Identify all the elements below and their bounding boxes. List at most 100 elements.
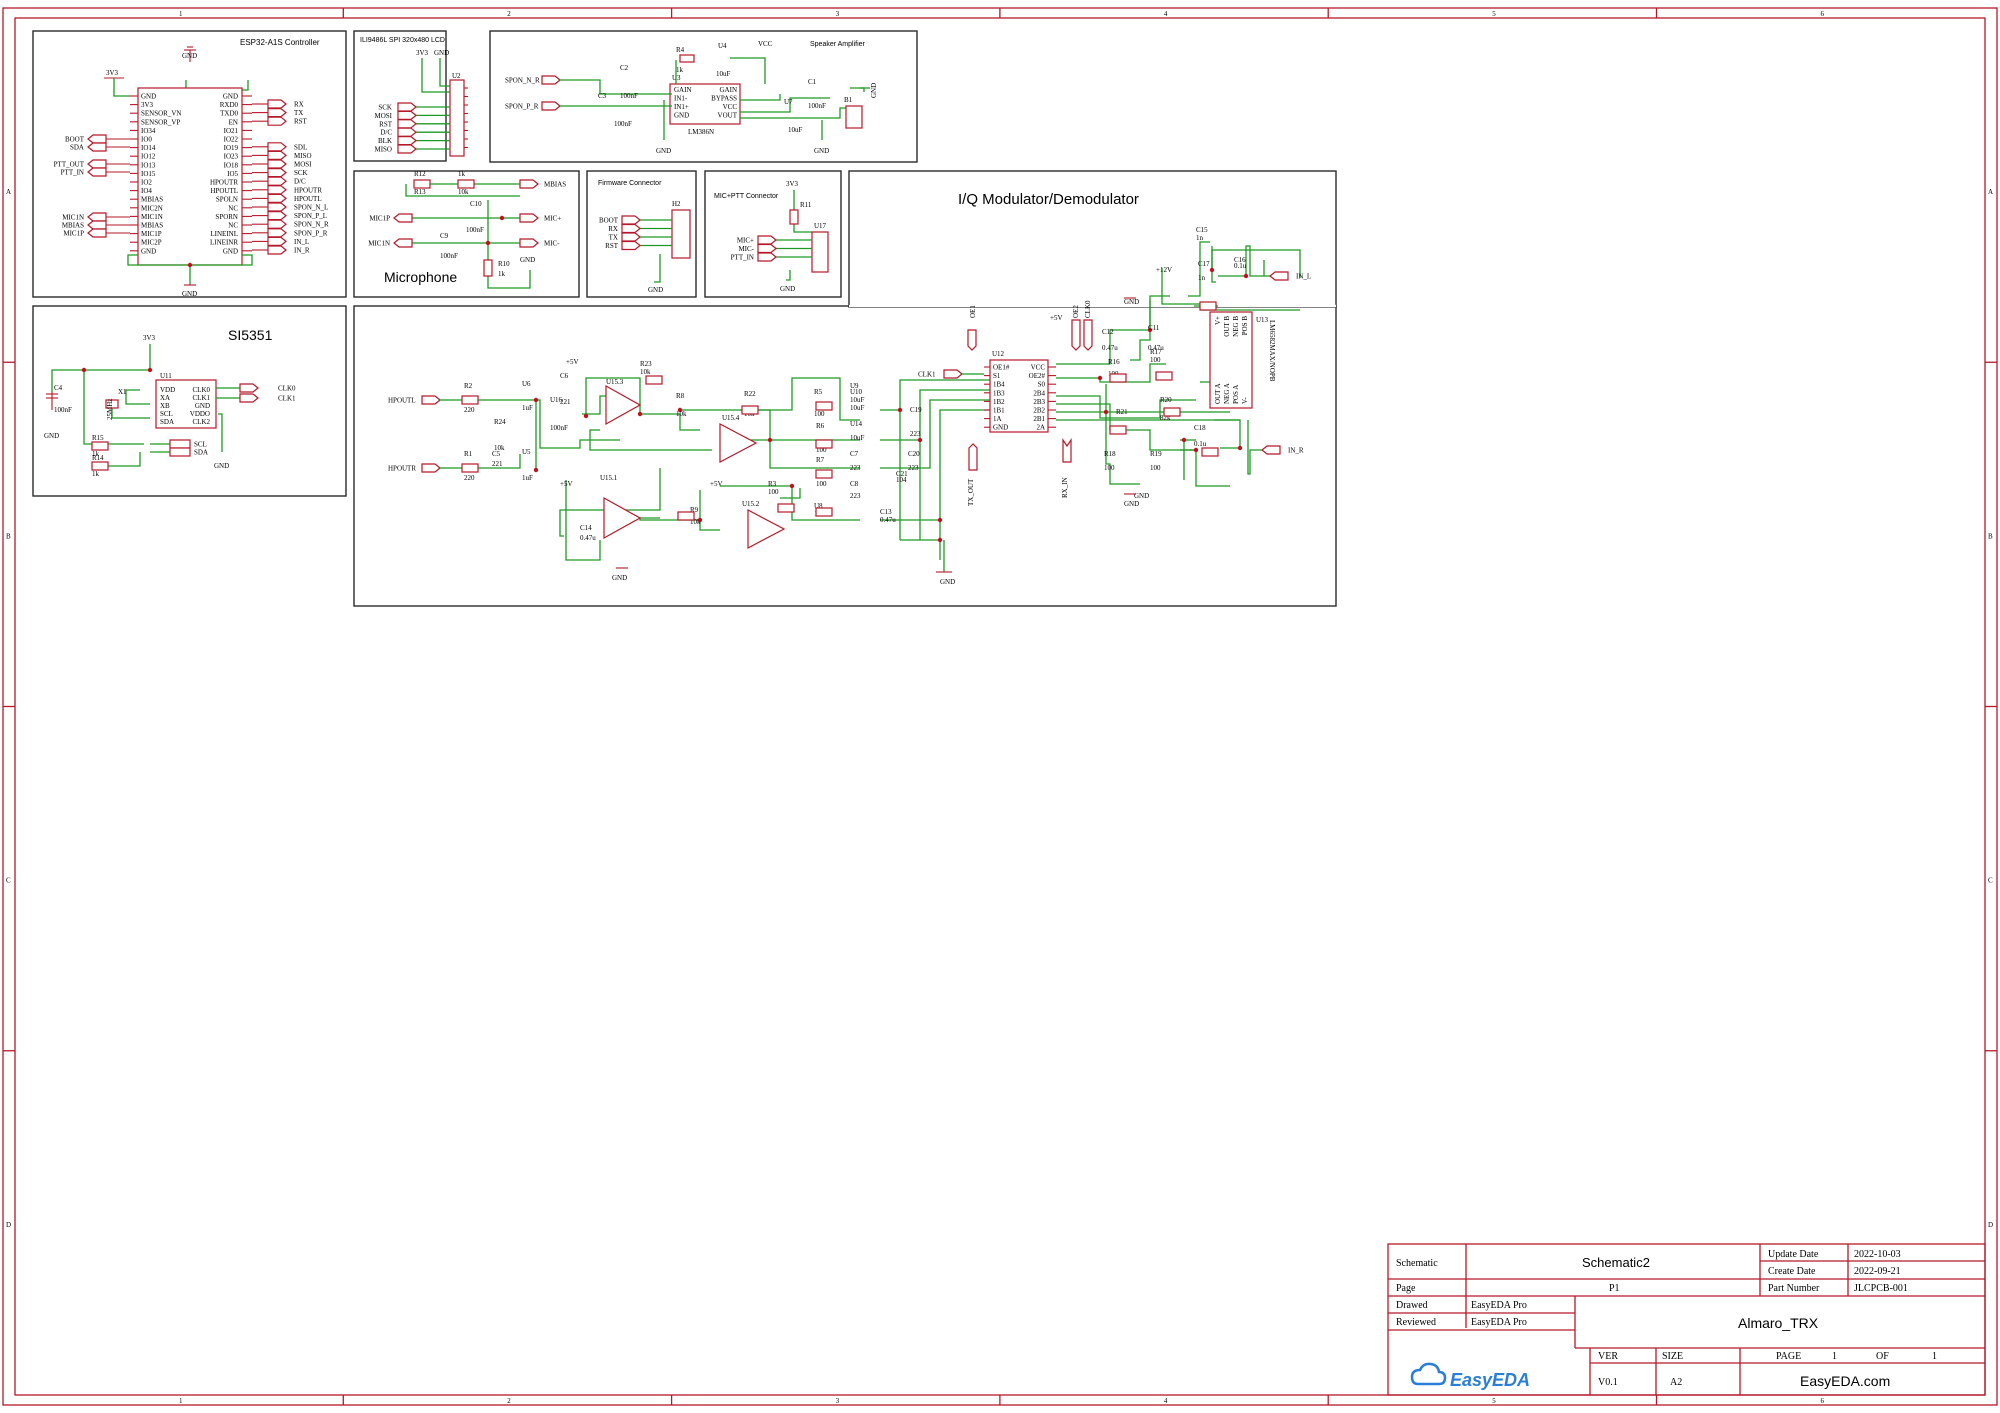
- firmware-net: RX: [608, 225, 618, 233]
- net-port-flag: [87, 167, 107, 177]
- esp32-pin-left: MIC1N: [141, 213, 163, 221]
- speaker-part: B1: [844, 96, 853, 104]
- esp32-right-net: SPON_P_R: [294, 229, 328, 237]
- esp32-left-net: BOOT: [65, 136, 85, 144]
- iq-part: R8: [676, 392, 685, 400]
- iq-part: R24: [494, 418, 506, 426]
- tb-project: Almaro_TRX: [1738, 1315, 1819, 1331]
- si5351-part: R15: [92, 434, 104, 442]
- lm386-pin-left: IN1-: [674, 95, 688, 103]
- esp32-pin-left: IO4: [141, 187, 152, 195]
- iq-part: 223: [850, 492, 861, 500]
- microphone-part: 100nF: [440, 252, 458, 260]
- iq-part: R1: [464, 450, 473, 458]
- opamp-u15-2: [747, 509, 786, 549]
- iq-net: IN_R: [1288, 447, 1304, 455]
- net-port-flag: [621, 240, 641, 251]
- si5351-block: SI5351 3V3 GND GND U11 VDDXAXBSCLSDACLK0…: [32, 305, 347, 497]
- lcd-net-label: RST: [379, 120, 393, 128]
- esp32-left-net: PTT_IN: [61, 169, 84, 177]
- net-port-flag: [397, 127, 417, 137]
- mux-pin-left: S1: [993, 372, 1001, 380]
- microphone-part: 1k: [458, 170, 466, 178]
- tb-update-value: 2022-10-03: [1854, 1249, 1901, 1260]
- iq-part: 0.47u: [1102, 344, 1118, 352]
- iq-part: 100nF: [550, 424, 568, 432]
- iq-power: +5V: [560, 480, 573, 488]
- iq-part: 100: [1150, 356, 1161, 364]
- tb-reviewed-label: Reviewed: [1396, 1317, 1436, 1328]
- microphone-part: 1k: [498, 270, 506, 278]
- lm386-pin-left: GND: [674, 112, 689, 120]
- esp32-right-net: HPOUTR: [294, 186, 322, 194]
- esp32-pin-left: MBIAS: [141, 196, 163, 204]
- tb-schematic-label: Schematic: [1396, 1258, 1438, 1269]
- lm386-pin-left: GAIN: [674, 86, 692, 94]
- iq-part: R19: [1150, 450, 1162, 458]
- tb-schematic-name: Schematic2: [1582, 1255, 1650, 1270]
- net-port-flag: [541, 101, 561, 111]
- esp32-pin-right: LINEINR: [210, 239, 238, 247]
- iq-part: U14: [850, 420, 863, 428]
- u13-pin: NEG A: [1223, 383, 1231, 404]
- tb-pagenum-value: 1: [1832, 1351, 1837, 1362]
- firmware-net-labels: BOOTRXTXRST: [599, 215, 672, 251]
- esp32-right-net: HPOUTL: [294, 195, 322, 203]
- net-port-flag: [397, 110, 417, 121]
- speaker-gnd-2: GND: [814, 147, 829, 155]
- mux-pin-left: 1B3: [993, 389, 1005, 397]
- net-port-flag: [267, 107, 287, 118]
- zone-col-top: 3: [836, 10, 840, 18]
- iq-part: 0.47u: [880, 516, 896, 524]
- net-port-flag: [267, 211, 287, 221]
- iq-net: CLK1: [918, 371, 936, 379]
- u13-pin: NEG B: [1232, 316, 1240, 337]
- lm386-pin-right: VCC: [723, 103, 738, 111]
- esp32-pin-right: GND: [223, 247, 238, 255]
- firmware-net: TX: [609, 234, 618, 242]
- si5351-net: CLK0: [278, 385, 296, 393]
- esp32-pin-right: NC: [228, 204, 238, 212]
- iq-power: +5V: [566, 358, 579, 366]
- esp32-right-net: D/C: [294, 178, 306, 186]
- net-port-flag: [239, 393, 259, 403]
- lm386-pin-right: GAIN: [720, 86, 738, 94]
- net-port-flag: [393, 238, 413, 248]
- microphone-part: R10: [498, 260, 510, 268]
- lcd-net-label: BLK: [378, 137, 392, 145]
- lcd-net-label: D/C: [380, 129, 392, 137]
- si5351-pin-right: VDDO: [190, 410, 210, 418]
- si5351-ref: U11: [160, 372, 172, 380]
- esp32-pin-left: MIC2N: [141, 204, 163, 212]
- esp32-right-net: SCK: [294, 169, 308, 177]
- esp32-pin-left: GND: [141, 247, 156, 255]
- zone-col-top: 2: [507, 10, 511, 18]
- iq-part: R16: [1108, 358, 1120, 366]
- esp32-pin-left: IO14: [141, 144, 156, 152]
- microphone-net: MIC1N: [368, 240, 390, 248]
- esp32-left-net: MIC1N: [62, 214, 84, 222]
- esp32-pin-right: HPOUTR: [210, 179, 238, 187]
- tb-part-value: JLCPCB-001: [1854, 1283, 1908, 1294]
- iq-part: 100: [1150, 464, 1161, 472]
- esp32-right-net: RST: [294, 118, 308, 126]
- esp32-right-net: SPON_N_L: [294, 204, 328, 212]
- si5351-part: 25MHz: [106, 399, 114, 420]
- mux-pin-right: S0: [1038, 381, 1046, 389]
- mux-pin-right: 2A: [1036, 424, 1045, 432]
- si5351-pin-right: CLK2: [193, 418, 211, 426]
- net-port-flag: [87, 134, 107, 144]
- iq-net: TX_OUT: [967, 478, 975, 506]
- iq-part: C19: [910, 406, 922, 414]
- esp32-pin-right: SPORN: [215, 213, 238, 221]
- iq-part: 100: [816, 480, 827, 488]
- net-port-flag: [267, 236, 287, 246]
- lcd-ref: U2: [452, 72, 461, 80]
- zone-col-top: 5: [1492, 10, 1496, 18]
- microphone-net: MBIAS: [544, 181, 566, 189]
- si5351-net: CLK1: [278, 395, 296, 403]
- microphone-part: 100nF: [466, 226, 484, 234]
- u13-pin: POS B: [1241, 316, 1249, 336]
- zone-row-right: C: [1988, 877, 1993, 885]
- iq-power-labels: +5V+5V +5V+5V+12VGNDGNDGNDGNDGND: [560, 266, 1172, 586]
